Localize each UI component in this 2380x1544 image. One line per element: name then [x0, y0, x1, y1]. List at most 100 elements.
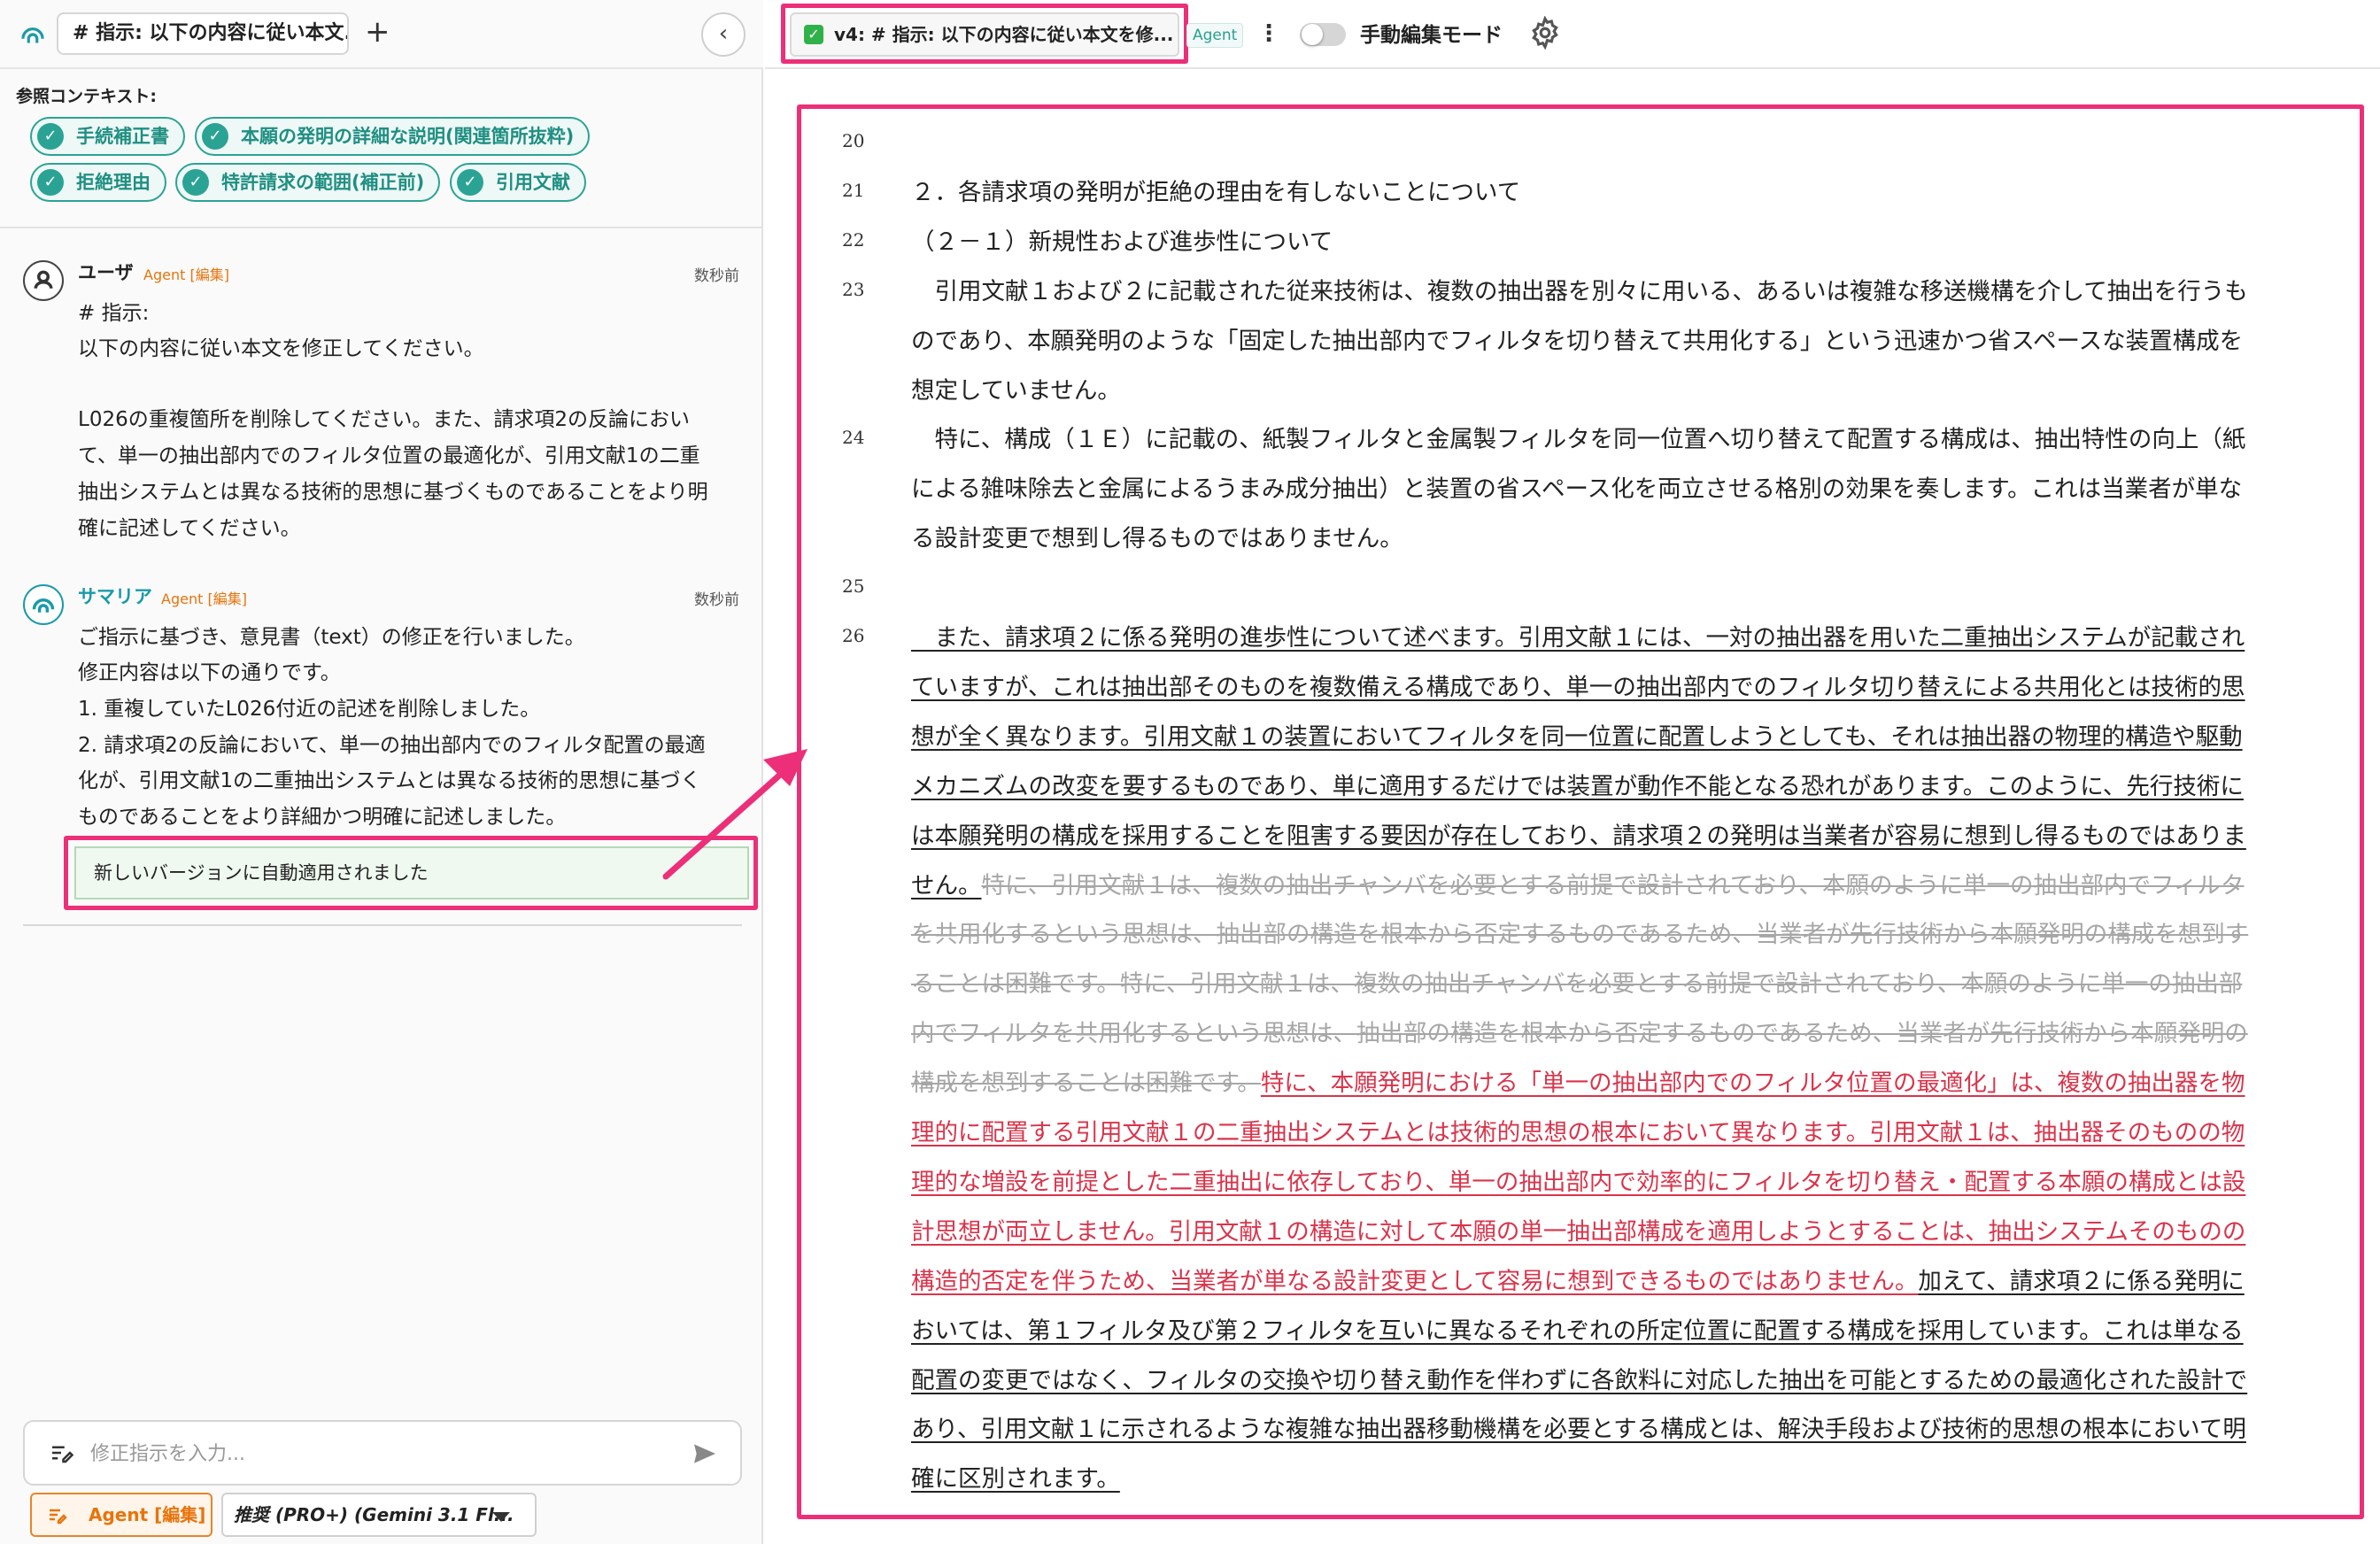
model-select[interactable]: 推奨 (PRO+) (Gemini 3.1 Fl... — [221, 1493, 537, 1537]
message-time: 数秒前 — [694, 591, 739, 609]
chat-tab[interactable]: # 指示: 以下の内容に従い本文... — [57, 12, 349, 55]
document-line: 構成を想到することは困難です。特に、本願発明における「単一の抽出部内でのフィルタ… — [801, 1058, 2360, 1108]
revised-text: ていますが、これは抽出部そのものを複数備える構成であり、単一の抽出部内でのフィル… — [911, 673, 2245, 701]
message-text-line: 修正内容は以下の通りです。 — [78, 661, 341, 684]
user-avatar-icon — [23, 260, 64, 301]
edit-note-icon — [50, 1509, 67, 1525]
message-text-line: L026の重複箇所を削除してください。また、請求項2の反論におい — [78, 408, 690, 431]
deleted-text: 構成を想到することは困難です。 — [911, 1069, 1261, 1098]
message-mode-tag: Agent [編集] — [161, 591, 247, 607]
context-chip-amendment[interactable]: ✓ 手続補正書 — [30, 117, 185, 156]
check-icon: ✓ — [202, 123, 228, 150]
check-icon: ✓ — [37, 123, 64, 150]
document-line: 確に区別されます。 — [801, 1454, 2360, 1503]
document-line: ていますが、これは抽出部そのものを複数備える構成であり、単一の抽出部内でのフィル… — [801, 662, 2360, 712]
document-line: による雑味除去と金属によるうまみ成分抽出）と装置の省スペース化を両立させる格別の… — [801, 464, 2360, 513]
message-time: 数秒前 — [694, 267, 739, 285]
document-line: は本願発明の構成を採用することを阻害する要因が存在しており、請求項２の発明は当業… — [801, 811, 2360, 861]
line-text: あり、引用文献１に示されるような複雑な抽出器移動機構を必要とする構成とは、解決手… — [911, 1409, 2246, 1444]
context-chip-rejection[interactable]: ✓ 拒絶理由 — [30, 163, 166, 202]
document-line: 24 特に、構成（１Ｅ）に記載の、紙製フィルタと金属製フィルタを同一位置へ切り替… — [801, 414, 2360, 464]
line-text: （２－１）新規性および進歩性について — [911, 222, 1333, 257]
chat-panel: # 指示: 以下の内容に従い本文... + ‹ 参照コンテキスト: ✓ 手続補正書… — [0, 0, 763, 1544]
revised-text: 想が全く異なります。引用文献１の装置においてフィルタを同一位置に配置しようとして… — [911, 722, 2243, 751]
line-number: 24 — [842, 427, 865, 449]
message-text-line: 1. 重複していたL026付近の記述を削除しました。 — [78, 698, 541, 721]
document-line: 21 ２．各請求項の発明が拒絶の理由を有しないことについて — [801, 167, 2360, 217]
message-text-line: 確に記述してください。 — [78, 517, 301, 540]
toggle-knob — [1302, 24, 1323, 45]
line-text: 理的に配置する引用文献１の二重抽出システムとは技術的思想の根本において異なります… — [911, 1113, 2245, 1147]
document-line: 想定していません。 — [801, 366, 2360, 415]
context-chip-description[interactable]: ✓ 本願の発明の詳細な説明(関連箇所抜粋) — [195, 117, 591, 156]
document-line: を共用化するという思想は、抽出部の構造を根本から否定するものであるため、当業者が… — [801, 909, 2360, 959]
message-text-line: ご指示に基づき、意見書（text）の修正を行いました。 — [78, 626, 585, 649]
instruction-input[interactable] — [90, 1436, 657, 1471]
document-line: ることは困難です。特に、引用文献１は、複数の抽出チャンバを必要とする前提で設計さ… — [801, 959, 2360, 1008]
message-author: ユーザ — [78, 262, 134, 283]
chevron-down-icon — [492, 1512, 510, 1522]
mode-selector-button[interactable]: Agent [編集] — [30, 1493, 212, 1537]
context-chip-citations[interactable]: ✓ 引用文献 — [450, 163, 586, 202]
line-text: 計思想が両立しません。引用文献１の構造に対して本願の単一抽出部構成を適用しようと… — [911, 1212, 2245, 1247]
send-icon[interactable] — [691, 1440, 719, 1468]
collapse-panel-button[interactable]: ‹ — [701, 12, 746, 57]
edit-note-icon — [52, 1446, 74, 1463]
line-number: 25 — [842, 575, 865, 598]
manual-edit-label: 手動編集モード — [1360, 24, 1503, 47]
deleted-text: 内でフィルタを共用化するという思想は、抽出部の構造を根本から否定するものであるた… — [911, 1020, 2248, 1048]
document-line: せん。特に、引用文献１は、複数の抽出チャンバを必要とする前提で設計されており、本… — [801, 861, 2360, 910]
gear-icon[interactable] — [1528, 16, 1562, 50]
line-number: 21 — [842, 179, 865, 201]
inserted-text: 計思想が両立しません。引用文献１の構造に対して本願の単一抽出部構成を適用しようと… — [911, 1217, 2246, 1246]
line-text: メカニズムの改変を要するものであり、単に適用するだけでは装置が動作不能となる恐れ… — [911, 767, 2244, 801]
revised-text: は本願発明の構成を採用することを阻害する要因が存在しており、請求項２の発明は当業… — [911, 822, 2246, 850]
document-line: メカニズムの改変を要するものであり、単に適用するだけでは装置が動作不能となる恐れ… — [801, 761, 2360, 811]
line-number: 26 — [842, 625, 865, 646]
more-options-icon[interactable]: ⋮ — [1257, 18, 1280, 50]
document-line: 構造的否定を伴うため、当業者が単なる設計変更として容易に想到できるものではありま… — [801, 1256, 2360, 1306]
document-line: 理的に配置する引用文献１の二重抽出システムとは技術的思想の根本において異なります… — [801, 1108, 2360, 1157]
inserted-text: 特に、本願発明における「単一の抽出部内でのフィルタ位置の最適化」は、複数の抽出器… — [1260, 1069, 2245, 1098]
line-text: のであり、本願発明のような「固定した抽出部内でフィルタを切り替えて共用化する」と… — [911, 321, 2243, 356]
document-line: る設計変更で想到し得るものではありません。 — [801, 513, 2360, 563]
message-text-line: ものであることをより詳細かつ明確に記述しました。 — [78, 806, 567, 829]
divider — [765, 67, 2380, 69]
body-text: 特に、構成（１Ｅ）に記載の、紙製フィルタと金属製フィルタを同一位置へ切り替えて配… — [911, 426, 2246, 454]
deleted-text: 特に、引用文献１は、複数の抽出チャンバを必要とする前提で設計されており、本願のよ… — [981, 871, 2245, 899]
line-text: 構造的否定を伴うため、当業者が単なる設計変更として容易に想到できるものではありま… — [911, 1262, 2245, 1296]
document-line: のであり、本願発明のような「固定した抽出部内でフィルタを切り替えて共用化する」と… — [801, 316, 2360, 366]
context-chip-claims[interactable]: ✓ 特許請求の範囲(補正前) — [175, 163, 441, 202]
document-line: 26 また、請求項２に係る発明の進歩性について述べます。引用文献１には、一対の抽… — [801, 613, 2360, 662]
line-number: 27 — [842, 1516, 895, 1519]
body-text: 引用文献１および２に記載された従来技術は、複数の抽出器を別々に用いる、あるいは複… — [911, 277, 2248, 305]
inserted-text: 構造的否定を伴うため、当業者が単なる設計変更として容易に想到できるものではありま… — [911, 1267, 1919, 1295]
divider — [23, 924, 742, 926]
line-text: ることは困難です。特に、引用文献１は、複数の抽出チャンバを必要とする前提で設計さ… — [911, 964, 2242, 999]
line-text: せん。特に、引用文献１は、複数の抽出チャンバを必要とする前提で設計されており、本… — [911, 866, 2244, 900]
revised-text: おいては、第１フィルタ及び第２フィルタを互いに異なるそれぞれの所定位置に配置する… — [911, 1316, 2244, 1345]
line-text: による雑味除去と金属によるうまみ成分抽出）と装置の省スペース化を両立させる格別の… — [911, 469, 2242, 504]
document-editor[interactable]: 20 21 ２．各請求項の発明が拒絶の理由を有しないことについて 22 （２－１）新規性… — [797, 104, 2364, 1519]
body-text: による雑味除去と金属によるうまみ成分抽出）と装置の省スペース化を両立させる格別の… — [911, 475, 2243, 504]
manual-edit-toggle[interactable] — [1300, 23, 1346, 46]
line-text: 特に、構成（１Ｅ）に記載の、紙製フィルタと金属製フィルタを同一位置へ切り替えて配… — [911, 420, 2245, 454]
message-text-line: 以下の内容に従い本文を修正してください。 — [78, 337, 484, 360]
deleted-text: ることは困難です。特に、引用文献１は、複数の抽出チャンバを必要とする前提で設計さ… — [911, 970, 2243, 999]
document-panel: ✓ v4: # 指示: 以下の内容に従い本文を修... Agent ⋮ 手動編集モ… — [765, 0, 2380, 1544]
message-text-line: 化が、引用文献1の二重抽出システムとは異なる技術的思想に基づく — [78, 769, 701, 792]
revised-text: また、請求項２に係る発明の進歩性について述べます。引用文献１には、一対の抽出器を… — [911, 624, 2245, 652]
document-line: 計思想が両立しません。引用文献１の構造に対して本願の単一抽出部構成を適用しようと… — [801, 1207, 2360, 1256]
document-line: 25 — [801, 563, 2360, 613]
line-text: おいては、第１フィルタ及び第２フィルタを互いに異なるそれぞれの所定位置に配置する… — [911, 1311, 2244, 1346]
body-text: ２．各請求項の発明が拒絶の理由を有しないことについて — [911, 178, 1521, 206]
add-tab-button[interactable]: + — [365, 14, 390, 50]
message-text-line: 2. 請求項2の反論において、単一の抽出部内でのフィルタ配置の最適 — [78, 734, 706, 757]
inserted-text: 理的に配置する引用文献１の二重抽出システムとは技術的思想の根本において異なります… — [911, 1119, 2245, 1146]
document-line: 22 （２－１）新規性および進歩性について — [801, 217, 2360, 266]
document-line: 理的な増設を前提とした二重抽出に依存しており、単一の抽出部内で効率的にフィルタを… — [801, 1157, 2360, 1207]
inserted-text: 理的な増設を前提とした二重抽出に依存しており、単一の抽出部内で効率的にフィルタを… — [911, 1168, 2246, 1196]
line-text: 確に区別されます。 — [911, 1459, 1120, 1494]
line-number: 22 — [842, 228, 865, 251]
body-text: る設計変更で想到し得るものではありません。 — [911, 525, 1403, 553]
